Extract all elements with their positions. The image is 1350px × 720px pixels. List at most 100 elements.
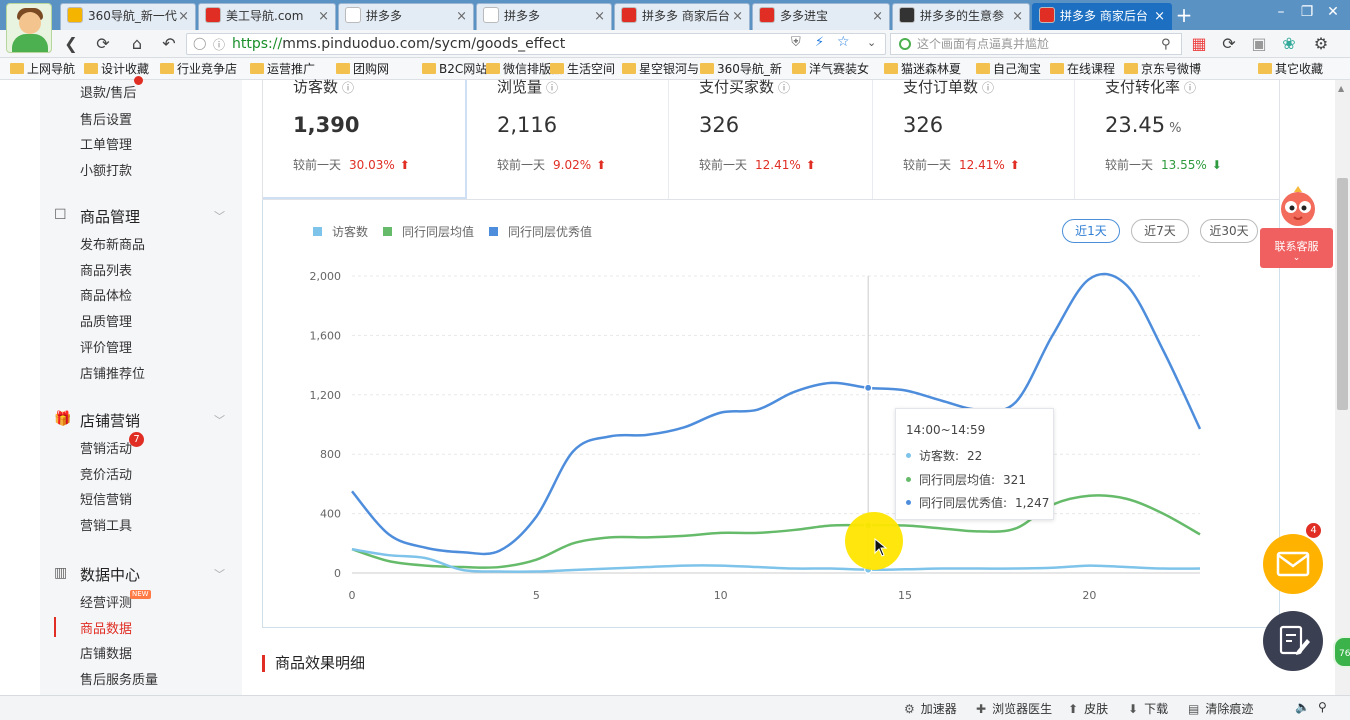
browser-tab[interactable]: 拼多多 商家后台 × — [1032, 3, 1172, 30]
help-icon[interactable]: ⓘ — [778, 81, 790, 95]
metric-card[interactable]: 浏览量 ⓘ 2,116 较前一天 9.02% ⬆ — [467, 78, 669, 199]
close-tab-icon[interactable]: × — [456, 4, 467, 29]
sidebar-item[interactable]: 经营评测 — [80, 592, 132, 611]
status-item[interactable]: ▤ 清除痕迹 — [1188, 700, 1253, 717]
chevron-down-icon[interactable]: ﹀ — [214, 412, 225, 428]
home-icon[interactable]: ⌂ — [126, 33, 148, 55]
new-tab-button[interactable]: + — [1174, 3, 1194, 29]
status-item[interactable]: ✚ 浏览器医生 — [976, 700, 1052, 717]
sidebar-item[interactable]: 短信营销 — [80, 489, 132, 508]
metric-label-text: 支付转化率 — [1105, 78, 1181, 96]
search-icon[interactable]: ⚲ — [1161, 35, 1171, 55]
close-tab-icon[interactable]: × — [732, 4, 743, 29]
sidebar-item[interactable]: 营销工具 — [80, 515, 132, 534]
status-item[interactable]: ⬆ 皮肤 — [1068, 700, 1108, 717]
back-arrow-icon[interactable]: ❮ — [60, 33, 82, 55]
sidebar-item[interactable]: 竞价活动 — [80, 464, 132, 483]
help-icon[interactable]: ⓘ — [1184, 81, 1196, 95]
mascot-bird-icon[interactable] — [1274, 183, 1322, 231]
help-icon[interactable]: ⓘ — [342, 81, 354, 95]
help-icon[interactable]: ⓘ — [982, 81, 994, 95]
close-tab-icon[interactable]: × — [1012, 4, 1023, 29]
status-item[interactable]: ⬇ 下载 — [1128, 700, 1168, 717]
sidebar-item[interactable]: 退款/售后 — [80, 82, 136, 101]
sidebar-item[interactable]: 商品数据 — [80, 618, 132, 637]
help-icon[interactable]: ⓘ — [546, 81, 558, 95]
sidebar-item[interactable]: 商品列表 — [80, 260, 132, 279]
bookmark-item[interactable]: 洋气赛装女 — [792, 60, 869, 78]
sidebar-item[interactable]: 小额打款 — [80, 160, 132, 179]
close-tab-icon[interactable]: × — [594, 4, 605, 29]
close-tab-icon[interactable]: × — [178, 4, 189, 29]
bookmark-item[interactable]: 星空银河与 — [622, 60, 699, 78]
minimize-button[interactable]: – — [1268, 0, 1294, 26]
settings-gear-icon[interactable]: ⚙ — [1310, 33, 1332, 55]
chevron-down-icon[interactable]: ﹀ — [214, 208, 225, 224]
browser-tab[interactable]: 美工导航.com × — [198, 3, 336, 30]
sidebar-section-title[interactable]: 商品管理 — [80, 206, 140, 227]
refresh-icon[interactable]: ⟳ — [92, 33, 114, 55]
bookmark-label: 自己淘宝 — [993, 62, 1042, 76]
scrollbar-thumb[interactable] — [1337, 178, 1348, 410]
chevron-down-icon[interactable]: ﹀ — [214, 566, 225, 582]
tooltip-row: 同行同层均值: 321 — [906, 471, 1026, 488]
bookmark-item[interactable]: 其它收藏 — [1258, 60, 1323, 78]
browser-tab[interactable]: 多多进宝 × — [752, 3, 890, 30]
speed-badge[interactable]: 76 — [1333, 636, 1350, 668]
bookmark-item[interactable]: 上网导航 — [10, 60, 75, 78]
sidebar-item[interactable]: 营销活动 — [80, 438, 132, 457]
status-item[interactable]: ⚙ 加速器 — [904, 700, 957, 717]
bookmark-label: 京东号微博 — [1141, 62, 1202, 76]
metric-card[interactable]: 支付转化率 ⓘ 23.45% 较前一天 13.55% ⬇ — [1075, 78, 1279, 199]
leaf-icon[interactable]: ❀ — [1278, 33, 1300, 55]
maximize-button[interactable]: ❐ — [1294, 0, 1320, 26]
sync-icon[interactable]: ⟳ — [1218, 33, 1240, 55]
sidebar-item[interactable]: 评价管理 — [80, 337, 132, 356]
metric-card[interactable]: 支付订单数 ⓘ 326 较前一天 12.41% ⬆ — [873, 78, 1075, 199]
address-bar[interactable]: ◯ ⓘ https://mms.pinduoduo.com/sycm/goods… — [186, 33, 886, 55]
bookmark-item[interactable]: 生活空间 — [550, 60, 615, 78]
close-tab-icon[interactable]: × — [318, 4, 329, 29]
sidebar-item[interactable]: 店铺数据 — [80, 643, 132, 662]
url-text: https://mms.pinduoduo.com/sycm/goods_eff… — [232, 36, 566, 52]
apps-icon[interactable]: ▦ — [1188, 33, 1210, 55]
sidebar-item[interactable]: 售后设置 — [80, 109, 132, 128]
browser-tab[interactable]: 拼多多 × — [338, 3, 474, 30]
close-tab-icon[interactable]: × — [1154, 4, 1165, 29]
security-shield-icon[interactable]: ⛨ — [791, 35, 801, 50]
feedback-button[interactable] — [1263, 611, 1323, 671]
extension-icon[interactable]: ▣ — [1248, 33, 1270, 55]
folder-icon — [700, 63, 714, 74]
metric-card[interactable]: 支付买家数 ⓘ 326 较前一天 12.41% ⬆ — [669, 78, 873, 199]
browser-tab[interactable]: 拼多多的生意参 × — [892, 3, 1030, 30]
sidebar-item[interactable]: 商品体检 — [80, 285, 132, 304]
mail-button[interactable] — [1263, 534, 1323, 594]
sidebar-item[interactable]: 发布新商品 — [80, 234, 145, 253]
lightning-icon[interactable]: ⚡ — [815, 35, 824, 50]
metric-card[interactable]: 访客数 ⓘ 1,390 较前一天 30.03% ⬆ — [263, 78, 467, 199]
sidebar-section-title[interactable]: 店铺营销 — [80, 410, 140, 431]
sidebar-item[interactable]: 店铺推荐位 — [80, 363, 145, 382]
dropdown-icon[interactable]: ⌄ — [867, 36, 876, 49]
star-icon[interactable]: ☆ — [837, 34, 850, 50]
sidebar-item[interactable]: 品质管理 — [80, 311, 132, 330]
sidebar-section-title[interactable]: 数据中心 — [80, 564, 140, 585]
scroll-up-icon[interactable]: ▲ — [1338, 84, 1344, 93]
bookmark-item[interactable]: B2C网站 — [422, 60, 487, 78]
browser-tab[interactable]: 360导航_新一代 × — [60, 3, 196, 30]
speaker-icon[interactable]: 🔈 — [1295, 700, 1310, 714]
chart-tooltip: 14:00~14:59 访客数: 22 同行同层均值: 321 同行同层优秀值: 1,24… — [895, 408, 1054, 520]
browser-tab[interactable]: 拼多多 × — [476, 3, 612, 30]
browser-tab[interactable]: 拼多多 商家后台 × — [614, 3, 750, 30]
close-tab-icon[interactable]: × — [872, 4, 883, 29]
zoom-icon[interactable]: ⚲ — [1318, 700, 1327, 714]
sidebar-item[interactable]: 售后服务质量 — [80, 669, 158, 688]
scrollbar[interactable]: ▲ — [1335, 80, 1350, 695]
sidebar-item[interactable]: 工单管理 — [80, 134, 132, 153]
user-avatar[interactable] — [6, 3, 52, 53]
search-box[interactable]: 这个画面有点逼真并尴尬 ⚲ — [890, 33, 1182, 55]
close-window-button[interactable]: ✕ — [1320, 0, 1346, 26]
undo-icon[interactable]: ↶ — [158, 33, 180, 55]
bookmark-item[interactable]: 行业竞争店 — [160, 60, 237, 78]
contact-service-button[interactable]: 联系客服 ⌄ — [1260, 228, 1333, 268]
